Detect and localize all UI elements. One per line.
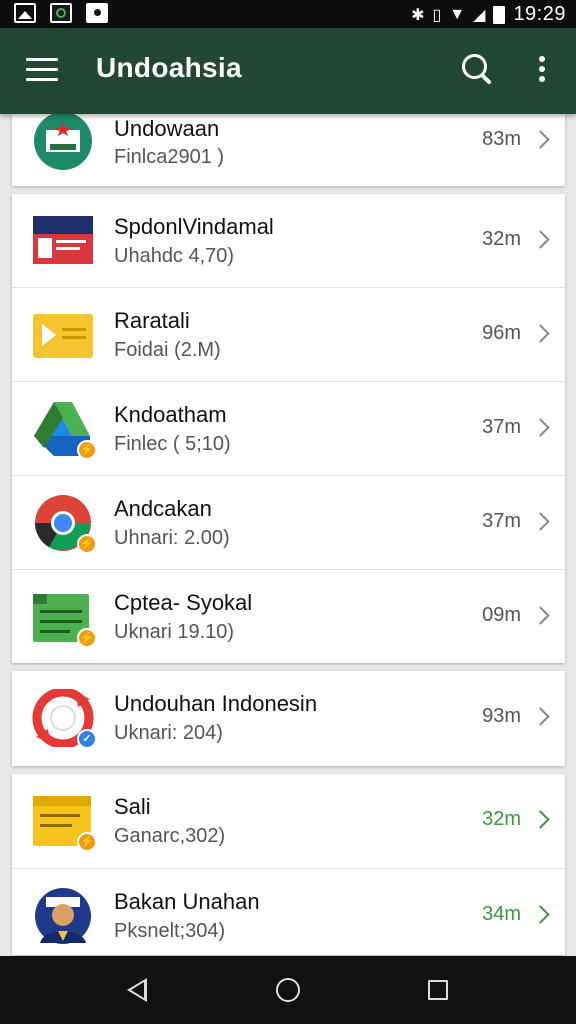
list-item[interactable]: Raratali Foidai (2.M) 96m	[12, 288, 565, 382]
list-card: SpdonlVindamal Uhahdc 4,70) 32m Raratali…	[12, 194, 565, 663]
app-subtitle: Ganarc,302)	[114, 825, 226, 847]
home-icon[interactable]	[276, 978, 300, 1002]
app-subtitle: Uhnari: 2.00)	[114, 527, 230, 549]
app-bar: Undoahsia	[0, 28, 576, 114]
status-time: 19:29	[513, 3, 566, 25]
app-name: Undouhan Indonesin	[114, 691, 318, 716]
list-card: ⚡ Sali Ganarc,302) 32m Bakan Unahan Pksn…	[12, 774, 565, 955]
list-card: ✓ Undouhan Indonesin Uknari: 204) 93m	[12, 671, 565, 766]
app-size: 83m	[482, 128, 521, 150]
app-subtitle: Foidai (2.M)	[114, 339, 221, 361]
chevron-right-icon	[531, 905, 550, 924]
app-subtitle: Uhahdc 4,70)	[114, 245, 235, 267]
search-icon[interactable]	[462, 54, 494, 86]
more-options-icon[interactable]	[536, 56, 548, 86]
update-badge-icon: ✓	[77, 729, 97, 749]
app-size: 32m	[482, 808, 521, 830]
chevron-right-icon	[531, 707, 550, 726]
chevron-right-icon	[531, 324, 550, 343]
update-badge-icon: ⚡	[77, 628, 97, 648]
app-size: 32m	[482, 228, 521, 250]
recents-icon[interactable]	[428, 980, 448, 1000]
chevron-right-icon	[531, 810, 550, 829]
sheets-icon: ⚡	[32, 588, 97, 648]
app-subtitle: Pksnelt;304)	[114, 920, 226, 942]
app-notification-icon	[50, 3, 72, 23]
chevron-right-icon	[531, 606, 550, 625]
app-name: Sali	[114, 794, 151, 819]
list-card: Undowaan Finlca2901 ) 83m	[12, 114, 565, 186]
app-name: Raratali	[114, 308, 190, 333]
wifi-icon: ▼	[449, 5, 466, 23]
avatar-icon	[32, 887, 94, 945]
app-subtitle: Finlca2901 )	[114, 146, 225, 168]
chevron-right-icon	[531, 130, 550, 149]
menu-icon[interactable]	[26, 58, 58, 82]
gallery-notification-icon	[14, 3, 36, 23]
app-name: SpdonlVindamal	[114, 214, 274, 239]
app-subtitle: Uknari: 204)	[114, 722, 223, 744]
status-bar: ✱ ▯ ▼ ◢ 19:29	[0, 0, 576, 28]
app-subtitle: Uknari 19.10)	[114, 621, 235, 643]
app-size: 93m	[482, 705, 521, 727]
camera-notification-icon	[86, 3, 108, 23]
update-badge-icon: ⚡	[77, 832, 97, 852]
chrome-icon: ⚡	[32, 494, 97, 554]
app-name: Cptea- Syokal	[114, 590, 253, 615]
battery-icon	[493, 5, 506, 24]
bluetooth-icon: ✱	[411, 6, 425, 24]
chevron-right-icon	[531, 230, 550, 249]
flag-emblem-icon	[32, 114, 94, 172]
app-name: Bakan Unahan	[114, 889, 260, 914]
update-badge-icon: ⚡	[77, 440, 97, 460]
app-size: 09m	[482, 604, 521, 626]
app-size: 37m	[482, 510, 521, 532]
vibrate-icon: ▯	[432, 6, 442, 24]
navigation-bar	[0, 956, 576, 1024]
page-title: Undoahsia	[96, 52, 242, 83]
note-icon: ⚡	[32, 792, 97, 852]
folder-play-icon	[32, 306, 94, 364]
app-subtitle: Finlec ( 5;10)	[114, 433, 231, 455]
list-item[interactable]: ⚡ Kndoatham Finlec ( 5;10) 37m	[12, 382, 565, 476]
drive-icon: ⚡	[32, 400, 97, 460]
back-icon[interactable]	[127, 978, 147, 1002]
list-item[interactable]: ⚡ Cptea- Syokal Uknari 19.10) 09m	[12, 570, 565, 663]
list-item[interactable]: ⚡ Andcakan Uhnari: 2.00) 37m	[12, 476, 565, 570]
signal-icon: ◢	[473, 6, 486, 24]
app-name: Andcakan	[114, 496, 212, 521]
list-item[interactable]: ⚡ Sali Ganarc,302) 32m	[12, 774, 565, 869]
document-icon	[32, 212, 94, 270]
app-list: Undowaan Finlca2901 ) 83m SpdonlVindamal…	[12, 114, 565, 963]
list-item[interactable]: SpdonlVindamal Uhahdc 4,70) 32m	[12, 194, 565, 288]
update-badge-icon: ⚡	[77, 534, 97, 554]
app-name: Kndoatham	[114, 402, 227, 427]
chevron-right-icon	[531, 418, 550, 437]
list-item[interactable]: ✓ Undouhan Indonesin Uknari: 204) 93m	[12, 671, 565, 766]
list-item[interactable]: Undowaan Finlca2901 ) 83m	[12, 114, 565, 186]
list-item[interactable]: Bakan Unahan Pksnelt;304) 34m	[12, 869, 565, 955]
app-size: 34m	[482, 903, 521, 925]
app-name: Undowaan	[114, 116, 220, 141]
app-size: 96m	[482, 322, 521, 344]
chevron-right-icon	[531, 512, 550, 531]
sync-icon: ✓	[32, 687, 97, 749]
app-size: 37m	[482, 416, 521, 438]
